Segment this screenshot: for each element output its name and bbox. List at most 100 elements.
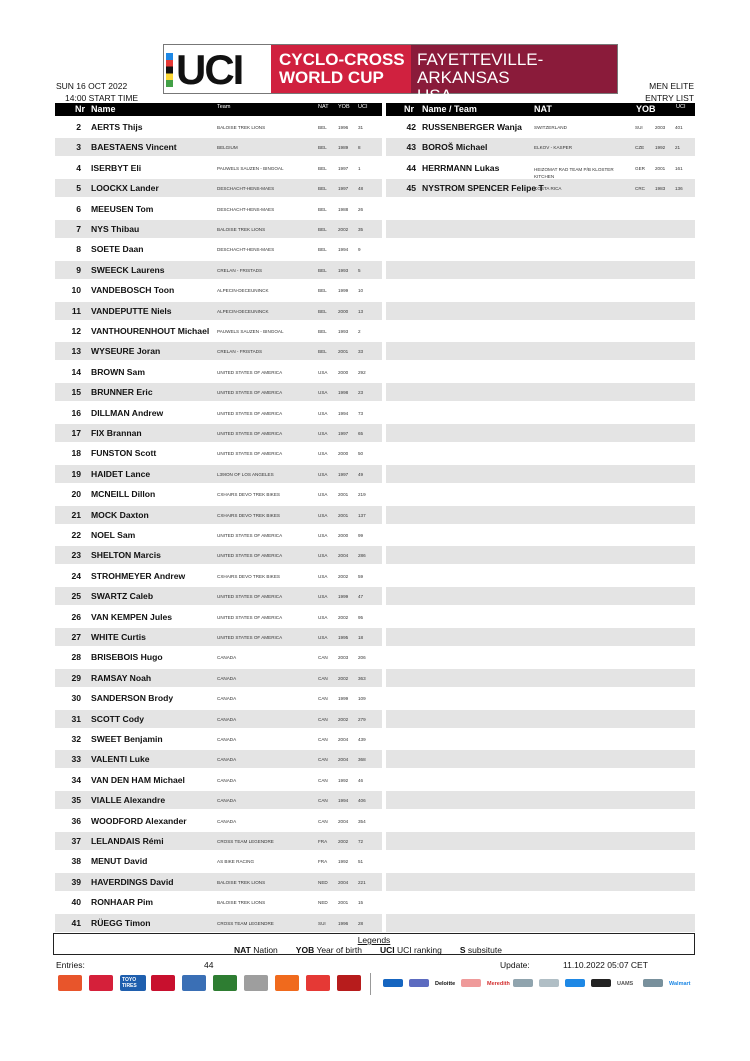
uci-ranking: 51 — [358, 859, 364, 865]
nation: USA — [318, 594, 328, 600]
rider-name: NYSTROM SPENCER Felipe T — [422, 183, 544, 194]
entry-row — [386, 832, 695, 850]
team-name: UNITED STATES OF AMERICA — [217, 410, 283, 416]
uci-ranking: 5 — [358, 267, 361, 273]
legend-box: Legends NAT Nation YOB Year of birth UCI U… — [53, 933, 695, 955]
bib-number: 18 — [71, 448, 81, 459]
rider-name: VALENTI Luke — [91, 754, 150, 765]
rider-name: SWARTZ Caleb — [91, 591, 154, 602]
nation: USA — [318, 573, 328, 579]
entry-row — [386, 668, 695, 687]
year-of-birth: 2001 — [655, 165, 666, 171]
year-of-birth: 1999 — [338, 288, 349, 294]
bib-number: 29 — [71, 672, 81, 683]
sponsor-logo — [461, 979, 481, 987]
update-label: Update: — [500, 960, 530, 970]
entry-row — [386, 709, 695, 728]
uci-ranking: 28 — [358, 920, 364, 926]
uci-ranking: 59 — [358, 573, 364, 579]
entry-row — [386, 240, 695, 258]
nation: USA — [318, 471, 328, 477]
nation: BEL — [318, 125, 327, 130]
nation: CAN — [318, 818, 328, 824]
rider-name: VAN DEN HAM Michael — [91, 774, 185, 785]
bib-number: 33 — [71, 754, 81, 765]
entry-row — [386, 200, 695, 218]
year-of-birth: 1994 — [338, 798, 349, 804]
bib-number: 13 — [71, 346, 81, 357]
nation: BEL — [318, 329, 327, 334]
rider-name: BRUNNER Eric — [91, 387, 153, 398]
entry-row — [386, 322, 695, 340]
sponsor-logo — [539, 979, 559, 987]
entry-row — [386, 363, 695, 381]
nation: USA — [318, 553, 328, 559]
bib-number: 25 — [71, 591, 81, 602]
entry-row: 44 HERRMANN Lukas HEIZOMAT RAD TEAM P/B KL… — [386, 159, 695, 179]
year-of-birth: 1998 — [338, 390, 349, 396]
uci-ranking: 401 — [675, 125, 683, 130]
nation: BEL — [318, 308, 327, 314]
rider-name: VANDEPUTTE Niels — [91, 305, 172, 316]
year-of-birth: 1988 — [338, 206, 349, 212]
uci-ranking: 18 — [358, 635, 364, 640]
year-of-birth: 2004 — [338, 757, 349, 763]
sponsor-name: toyo tires — [122, 977, 137, 989]
team-name: UNITED STATES OF AMERICA — [217, 390, 283, 396]
sponsor-logo — [565, 979, 585, 987]
entry-row — [386, 281, 695, 299]
sponsor-logo — [213, 975, 237, 991]
nation: USA — [318, 410, 328, 416]
entry-row: 9 SWEECK Laurens CRELAN - FRISTADS BEL 1993 5 — [55, 260, 382, 279]
entry-row: 17 FIX Brannan UNITED STATES OF AMERICA USA… — [55, 424, 382, 442]
entries-label: Entries: — [56, 960, 85, 970]
year-of-birth: 1993 — [338, 329, 349, 334]
bib-number: 21 — [71, 509, 81, 520]
uci-ranking: 8 — [358, 145, 361, 151]
rider-name: SANDERSON Brody — [91, 693, 174, 704]
nation: FRA — [318, 859, 328, 865]
nation: GER — [635, 165, 645, 171]
rider-name: RAMSAY Noah — [91, 672, 152, 683]
entry-row: 10 VANDEBOSCH Toon ALPECIN-DECEUNINCK BEL 19… — [55, 281, 382, 299]
rider-name: SCOTT Cody — [91, 713, 144, 724]
category: MEN ELITE — [649, 81, 694, 91]
year-of-birth: 1999 — [338, 594, 349, 600]
year-of-birth: 2002 — [338, 716, 349, 722]
uci-ranking: 13 — [358, 308, 364, 314]
nation: USA — [318, 614, 328, 620]
nation: NED — [318, 900, 328, 906]
uci-ranking: 23 — [358, 390, 364, 396]
nation: BEL — [318, 247, 327, 253]
rider-name: DILLMAN Andrew — [91, 407, 164, 418]
uci-ranking: 10 — [358, 288, 364, 294]
team-name: DESCHACHT-HENS-MAES — [217, 206, 275, 212]
year-of-birth: 1993 — [338, 267, 349, 273]
bib-number: 27 — [71, 632, 81, 642]
year-of-birth: 1992 — [655, 145, 666, 151]
uci-ranking: 292 — [358, 369, 366, 375]
nation: USA — [318, 369, 328, 375]
year-of-birth: 2002 — [338, 573, 349, 579]
entry-row — [386, 567, 695, 585]
entry-row: 36 WOODFORD Alexander CANADA CAN 2004 354 — [55, 812, 382, 830]
entry-row: 5 LOOCKX Lander DESCHACHT-HENS-MAES BEL 1997… — [55, 179, 382, 198]
team-name: ELKOV - KASPER — [534, 145, 573, 151]
nation: BEL — [318, 267, 327, 273]
bib-number: 39 — [71, 876, 81, 887]
team-name: AS BIKE RACING — [217, 859, 255, 865]
team-name: CANADA — [217, 777, 237, 783]
uci-ranking: 9 — [358, 247, 361, 253]
uci-ranking: 48 — [358, 186, 364, 192]
uci-ranking: 33 — [358, 349, 364, 355]
bib-number: 20 — [71, 489, 81, 500]
team-name: UNITED STATES OF AMERICA — [217, 369, 283, 375]
sponsor-logo — [275, 975, 299, 991]
team-name: CRELAN - FRISTADS — [217, 267, 263, 273]
legend-item: S subsitute — [459, 945, 502, 955]
sponsor-logo — [89, 975, 113, 991]
uci-ranking: 95 — [358, 614, 364, 620]
bib-number: 38 — [71, 856, 81, 867]
right-table-header: Nr Name / Team NAT YOB UCI — [386, 103, 695, 116]
rider-name: SHELTON Marcis — [91, 550, 161, 561]
